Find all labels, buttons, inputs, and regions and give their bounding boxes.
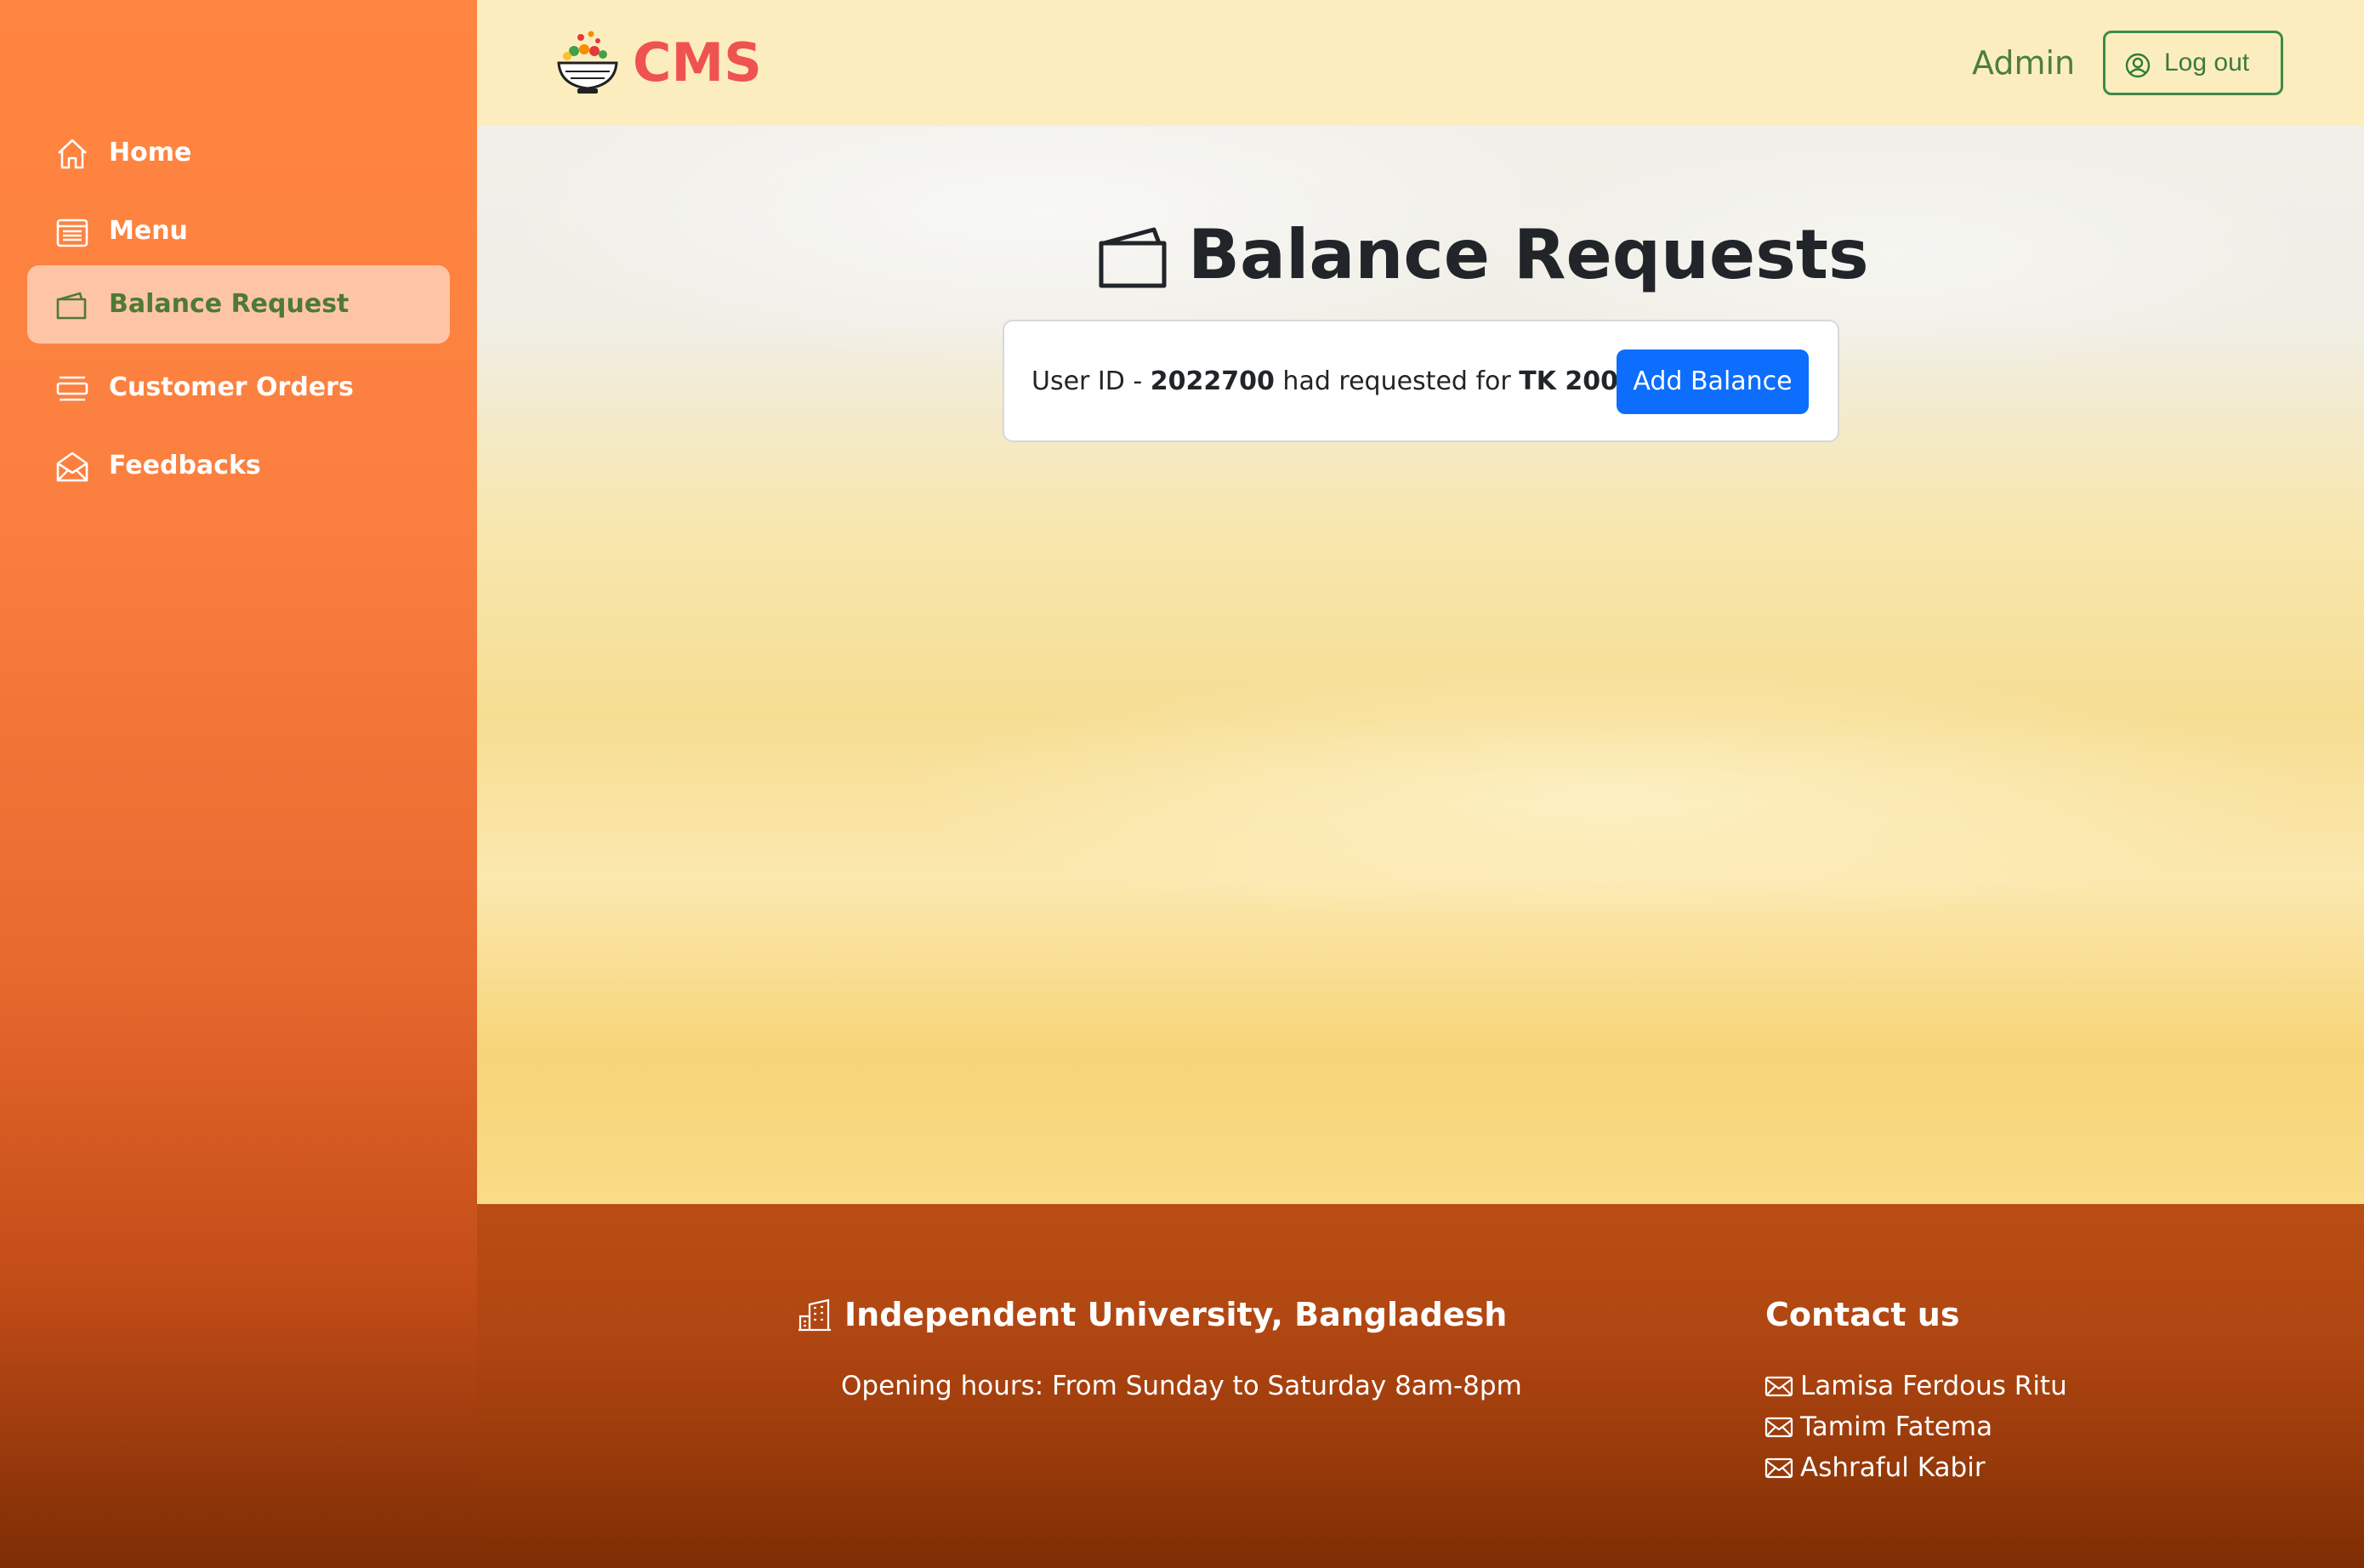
balance-request-card: User ID - 2022700 had requested for TK 2… <box>1003 320 1839 442</box>
wallet-icon <box>54 287 90 323</box>
contact-title: Contact us <box>1765 1296 1960 1333</box>
orders-icon <box>54 371 90 406</box>
footer: Independent University, Bangladesh Openi… <box>477 1204 2364 1568</box>
envelope-icon <box>1764 1412 1793 1441</box>
envelope-icon <box>1764 1453 1793 1482</box>
logout-label: Log out <box>2164 48 2250 77</box>
sidebar-item-home[interactable]: Home <box>27 114 450 192</box>
main-content: Balance Requests User ID - 2022700 had r… <box>477 126 2364 1204</box>
sidebar-item-balance-request[interactable]: Balance Request <box>27 265 450 344</box>
contact-list: Lamisa Ferdous Ritu Tamim Fatema Ashrafu… <box>1764 1366 2067 1488</box>
sidebar-item-label: Customer Orders <box>109 372 354 402</box>
home-icon <box>54 136 90 172</box>
wallet-icon <box>1098 224 1168 289</box>
food-bowl-logo-icon[interactable] <box>555 29 620 97</box>
brand-name[interactable]: CMS <box>633 31 762 95</box>
sidebar-item-label: Menu <box>109 216 188 246</box>
page-title: Balance Requests <box>1188 215 1869 294</box>
envelope-open-icon <box>54 449 90 485</box>
contact-name: Lamisa Ferdous Ritu <box>1800 1371 2067 1401</box>
request-amount: TK 200 <box>1519 366 1619 396</box>
user-role-label: Admin <box>1972 44 2076 82</box>
logout-button[interactable]: Log out <box>2103 31 2283 95</box>
sidebar-item-menu[interactable]: Menu <box>27 192 450 270</box>
contact-name: Ashraful Kabir <box>1800 1452 1986 1483</box>
contact-name: Tamim Fatema <box>1800 1412 1993 1442</box>
user-circle-icon <box>2124 52 2151 79</box>
contact-item[interactable]: Ashraful Kabir <box>1764 1447 2067 1488</box>
sidebar-item-customer-orders[interactable]: Customer Orders <box>27 349 450 427</box>
university-name: Independent University, Bangladesh <box>844 1296 1508 1333</box>
contact-item[interactable]: Lamisa Ferdous Ritu <box>1764 1366 2067 1406</box>
opening-hours: Opening hours: From Sunday to Saturday 8… <box>841 1371 1522 1401</box>
sidebar-item-feedbacks[interactable]: Feedbacks <box>27 427 450 505</box>
add-balance-button[interactable]: Add Balance <box>1617 349 1809 414</box>
sidebar-item-label: Balance Request <box>109 289 349 319</box>
sidebar: Home Menu Balance Request Customer Order… <box>0 0 477 1568</box>
sidebar-item-label: Feedbacks <box>109 451 261 480</box>
envelope-icon <box>1764 1372 1793 1400</box>
building-icon <box>798 1298 832 1332</box>
contact-item[interactable]: Tamim Fatema <box>1764 1406 2067 1447</box>
request-message: User ID - 2022700 had requested for TK 2… <box>1031 366 1627 396</box>
top-header: CMS Admin Log out <box>477 0 2364 126</box>
menu-list-icon <box>54 214 90 250</box>
request-user-id: 2022700 <box>1150 366 1275 396</box>
sidebar-item-label: Home <box>109 138 192 168</box>
